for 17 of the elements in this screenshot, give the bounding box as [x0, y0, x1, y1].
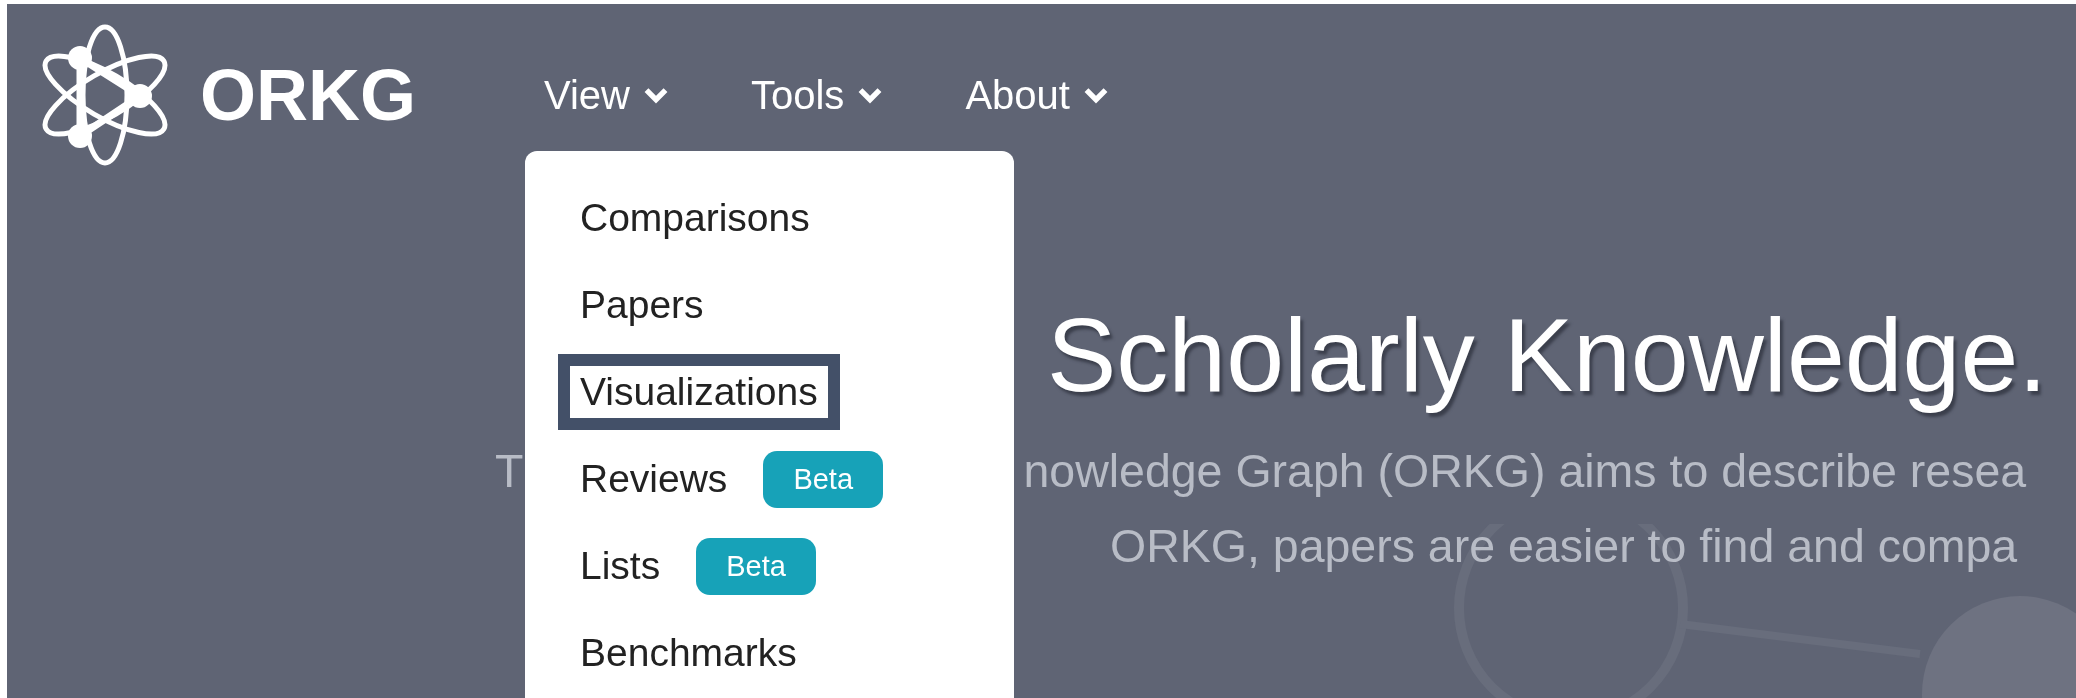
beta-badge: Beta — [696, 537, 816, 595]
menu-item[interactable]: Lists — [558, 528, 683, 604]
nav-menu[interactable]: View — [544, 72, 670, 118]
nav-menu[interactable]: About — [965, 72, 1110, 118]
nav-menu[interactable]: Tools — [751, 72, 885, 118]
menu-item[interactable]: Papers — [558, 267, 726, 343]
beta-badge: Beta — [763, 450, 884, 508]
menu-item[interactable]: Benchmarks — [558, 615, 819, 691]
description-text: nowledge Graph (ORKG) aims to describe resea — [1023, 444, 2027, 499]
description-text: ORKG, papers are easier to find and compa — [1110, 519, 2018, 574]
menu-item[interactable]: Reviews — [558, 441, 750, 517]
brand-name[interactable]: ORKG — [200, 54, 416, 136]
description-text: T — [495, 444, 524, 499]
hero-heading: Scholarly Knowledge. — [1047, 296, 2049, 415]
menu-item[interactable]: Visualizations — [558, 354, 840, 430]
menu-item[interactable]: Comparisons — [558, 180, 832, 256]
chevron-down-icon — [642, 85, 670, 105]
